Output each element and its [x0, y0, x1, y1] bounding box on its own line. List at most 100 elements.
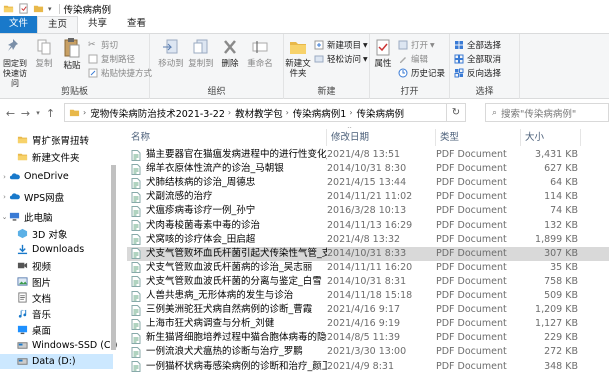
- file-name-cell: 三例美洲驼狂犬病自然病例的诊断_曹霞: [131, 303, 327, 317]
- file-name-cell: 一例猫杯状病毒感染病例的诊断和治疗_颜卫: [131, 360, 327, 374]
- file-name-cell: 犬支气管败血波氏杆菌病的诊治_吴志丽: [131, 261, 327, 275]
- file-row[interactable]: 犬肉毒梭菌毒素中毒的诊治 2014/11/13 16:29 PDF Document…: [127, 219, 609, 233]
- file-row[interactable]: 新生猫肾细胞培养过程中猫合胞体病毒的隐性感...2014/8/5 11:39 PD…: [127, 331, 609, 345]
- nav-item[interactable]: 图片: [0, 274, 113, 289]
- forward-button[interactable]: →: [18, 107, 33, 120]
- file-row[interactable]: 猫主要器官在猫瘟发病进程中的进行性变化_谢赣2021/4/8 13:51 PDF …: [127, 148, 609, 162]
- paste-button[interactable]: 粘贴: [58, 37, 86, 71]
- file-row[interactable]: 犬肺结核病的诊治_周德忠 2021/4/15 13:44 PDF Document 6…: [127, 176, 609, 190]
- rename-button[interactable]: 重命名: [245, 37, 275, 69]
- file-date: 2021/4/9 8:31: [327, 360, 395, 372]
- file-row[interactable]: 犬窝咳的诊疗体会_田启超 2021/4/8 13:32 PDF Document 1,…: [127, 233, 609, 247]
- search-input[interactable]: ⌕ 搜索"传染病病例": [485, 103, 609, 122]
- nav-item[interactable]: ⌄ 此电脑: [0, 209, 113, 224]
- nav-scrollbar-thumb[interactable]: [111, 165, 116, 350]
- refresh-icon: ↻: [451, 107, 461, 118]
- file-date: 2021/4/16 9:17: [327, 304, 401, 316]
- cube-icon: [17, 228, 28, 239]
- nav-item[interactable]: 胃扩张胃扭转: [0, 132, 113, 147]
- open-button[interactable]: 打开 ▼: [398, 39, 435, 51]
- new-folder-button[interactable]: 新建文件夹: [284, 37, 312, 79]
- pdf-file-icon: [131, 361, 141, 372]
- qat-dropdown-icon[interactable]: ▾: [48, 5, 52, 13]
- nav-scrollbar[interactable]: [110, 127, 117, 391]
- new-item-icon: [314, 40, 324, 50]
- easy-access-dropdown-icon: ▼: [363, 55, 368, 63]
- pdf-file-icon: [131, 276, 141, 288]
- select-none-button[interactable]: 全部取消: [454, 53, 501, 65]
- history-button[interactable]: 历史记录: [398, 67, 445, 79]
- nav-item-label: 3D 对象: [32, 229, 68, 241]
- address-bar[interactable]: › 宠物传染病防治技术2021-3-22 › 教材教学包 › 传染病病例1 › …: [64, 103, 447, 122]
- breadcrumb-item[interactable]: 宠物传染病防治技术2021-3-22: [90, 106, 225, 120]
- nav-item[interactable]: 音乐: [0, 306, 113, 321]
- copy-to-button[interactable]: 复制到: [188, 37, 214, 69]
- tab-view[interactable]: 查看: [117, 16, 156, 33]
- breadcrumb-item[interactable]: 传染病病例1: [293, 106, 347, 120]
- nav-item[interactable]: Data (D:): [0, 354, 113, 369]
- file-type: PDF Document: [436, 177, 507, 189]
- copy-button[interactable]: 复制: [33, 37, 55, 69]
- window-title: 传染病病例: [63, 4, 112, 16]
- file-row[interactable]: 犬支气管败坏血氏杆菌引起犬传染性气管_支... 2014/10/31 8:33 PD…: [127, 246, 609, 261]
- chevron-right-icon[interactable]: ⌄: [0, 213, 9, 221]
- new-folder-icon[interactable]: [33, 3, 44, 14]
- nav-item[interactable]: 文档: [0, 290, 113, 305]
- file-row[interactable]: 上海市狂犬病调查与分析_刘健 2021/4/16 9:19 PDF Document…: [127, 317, 609, 331]
- chevron-right-icon[interactable]: ›: [0, 173, 9, 181]
- file-row[interactable]: 人兽共患病_无形体病的发生与诊治 2014/11/18 15:18 PDF Docu…: [127, 289, 609, 303]
- new-item-button[interactable]: 新建项目 ▼: [314, 39, 368, 51]
- file-row[interactable]: 绵羊衣原体性流产的诊治_马朝银 2014/10/31 8:30 PDF Docume…: [127, 162, 609, 176]
- column-header-size[interactable]: 大小: [521, 129, 581, 146]
- nav-item[interactable]: 桌面: [0, 322, 113, 337]
- nav-item[interactable]: Windows-SSD (C:): [0, 338, 117, 353]
- file-row[interactable]: 一例流浪犬犬瘟热的诊断与治疗_罗鹏 2021/3/30 13:00 PDF Docu…: [127, 345, 609, 359]
- open-icon: [398, 40, 408, 50]
- column-header-name[interactable]: 名称: [127, 129, 327, 146]
- back-button[interactable]: ←: [3, 107, 18, 120]
- nav-item[interactable]: 3D 对象: [0, 226, 113, 241]
- select-all-button[interactable]: 全部选择: [454, 39, 501, 51]
- up-button[interactable]: ↑: [43, 107, 58, 120]
- tab-share[interactable]: 共享: [78, 16, 117, 33]
- column-header-date[interactable]: 修改日期: [327, 129, 436, 146]
- delete-button[interactable]: 删除: [219, 37, 241, 69]
- nav-item-label: Windows-SSD (C:): [32, 340, 118, 351]
- nav-item[interactable]: Downloads: [0, 242, 113, 257]
- column-header-type[interactable]: 类型: [436, 129, 521, 146]
- pdf-file-icon: [131, 220, 141, 231]
- nav-item[interactable]: › OneDrive: [0, 169, 113, 184]
- cut-button[interactable]: ✂ 剪切: [88, 39, 118, 51]
- refresh-button[interactable]: ↻: [447, 103, 466, 122]
- tab-home[interactable]: 主页: [37, 16, 79, 33]
- file-size: 3,431 KB: [535, 149, 578, 160]
- nav-item[interactable]: › WPS网盘: [0, 189, 113, 204]
- properties-icon[interactable]: [18, 3, 29, 14]
- nav-item[interactable]: 新建文件夹: [0, 149, 113, 164]
- edit-button[interactable]: 编辑: [398, 53, 428, 65]
- new-item-dropdown-icon: ▼: [363, 41, 368, 49]
- file-row[interactable]: 犬瘟疹病毒诊疗一例_孙宁 2016/3/28 10:13 PDF Document 7…: [127, 204, 609, 218]
- easy-access-button[interactable]: 轻松访问 ▼: [314, 53, 368, 65]
- invert-selection-button[interactable]: 反向选择: [454, 67, 501, 79]
- pin-quick-access-button[interactable]: 固定到快速访问: [0, 37, 30, 89]
- properties-button[interactable]: 属性: [372, 37, 394, 69]
- file-size: 114 KB: [544, 191, 578, 203]
- drive-icon: [17, 358, 28, 365]
- new-folder-icon: [290, 42, 306, 54]
- paste-shortcut-button[interactable]: 粘贴快捷方式: [88, 67, 152, 79]
- file-row[interactable]: 犬支气管败血波氏杆菌病的诊治_吴志丽 2014/11/11 16:20 PDF Do…: [127, 261, 609, 275]
- file-row[interactable]: 三例美洲驼狂犬病自然病例的诊断_曹霞 2021/4/16 9:17 PDF Docu…: [127, 303, 609, 317]
- copy-path-button[interactable]: 复制路径: [88, 53, 135, 65]
- recent-locations-button[interactable]: ▾: [33, 109, 43, 117]
- nav-item[interactable]: 视频: [0, 258, 113, 273]
- chevron-right-icon[interactable]: ›: [0, 193, 9, 201]
- file-row[interactable]: 一例猫杯状病毒感染病例的诊断和治疗_颜卫 2021/4/9 8:31 PDF Doc…: [127, 360, 609, 374]
- file-row[interactable]: 犬副流感的治疗 2014/11/21 11:02 PDF Document 114 K…: [127, 190, 609, 204]
- file-row[interactable]: 犬支气管败血波氏杆菌的分离与鉴定_白雪 2014/10/31 8:31 PDF Do…: [127, 275, 609, 289]
- breadcrumb-item[interactable]: 传染病病例: [357, 106, 405, 120]
- tab-file[interactable]: 文件: [0, 16, 38, 33]
- breadcrumb-item[interactable]: 教材教学包: [235, 106, 283, 120]
- folder-icon: [69, 109, 80, 117]
- move-to-button[interactable]: 移动到: [158, 37, 184, 69]
